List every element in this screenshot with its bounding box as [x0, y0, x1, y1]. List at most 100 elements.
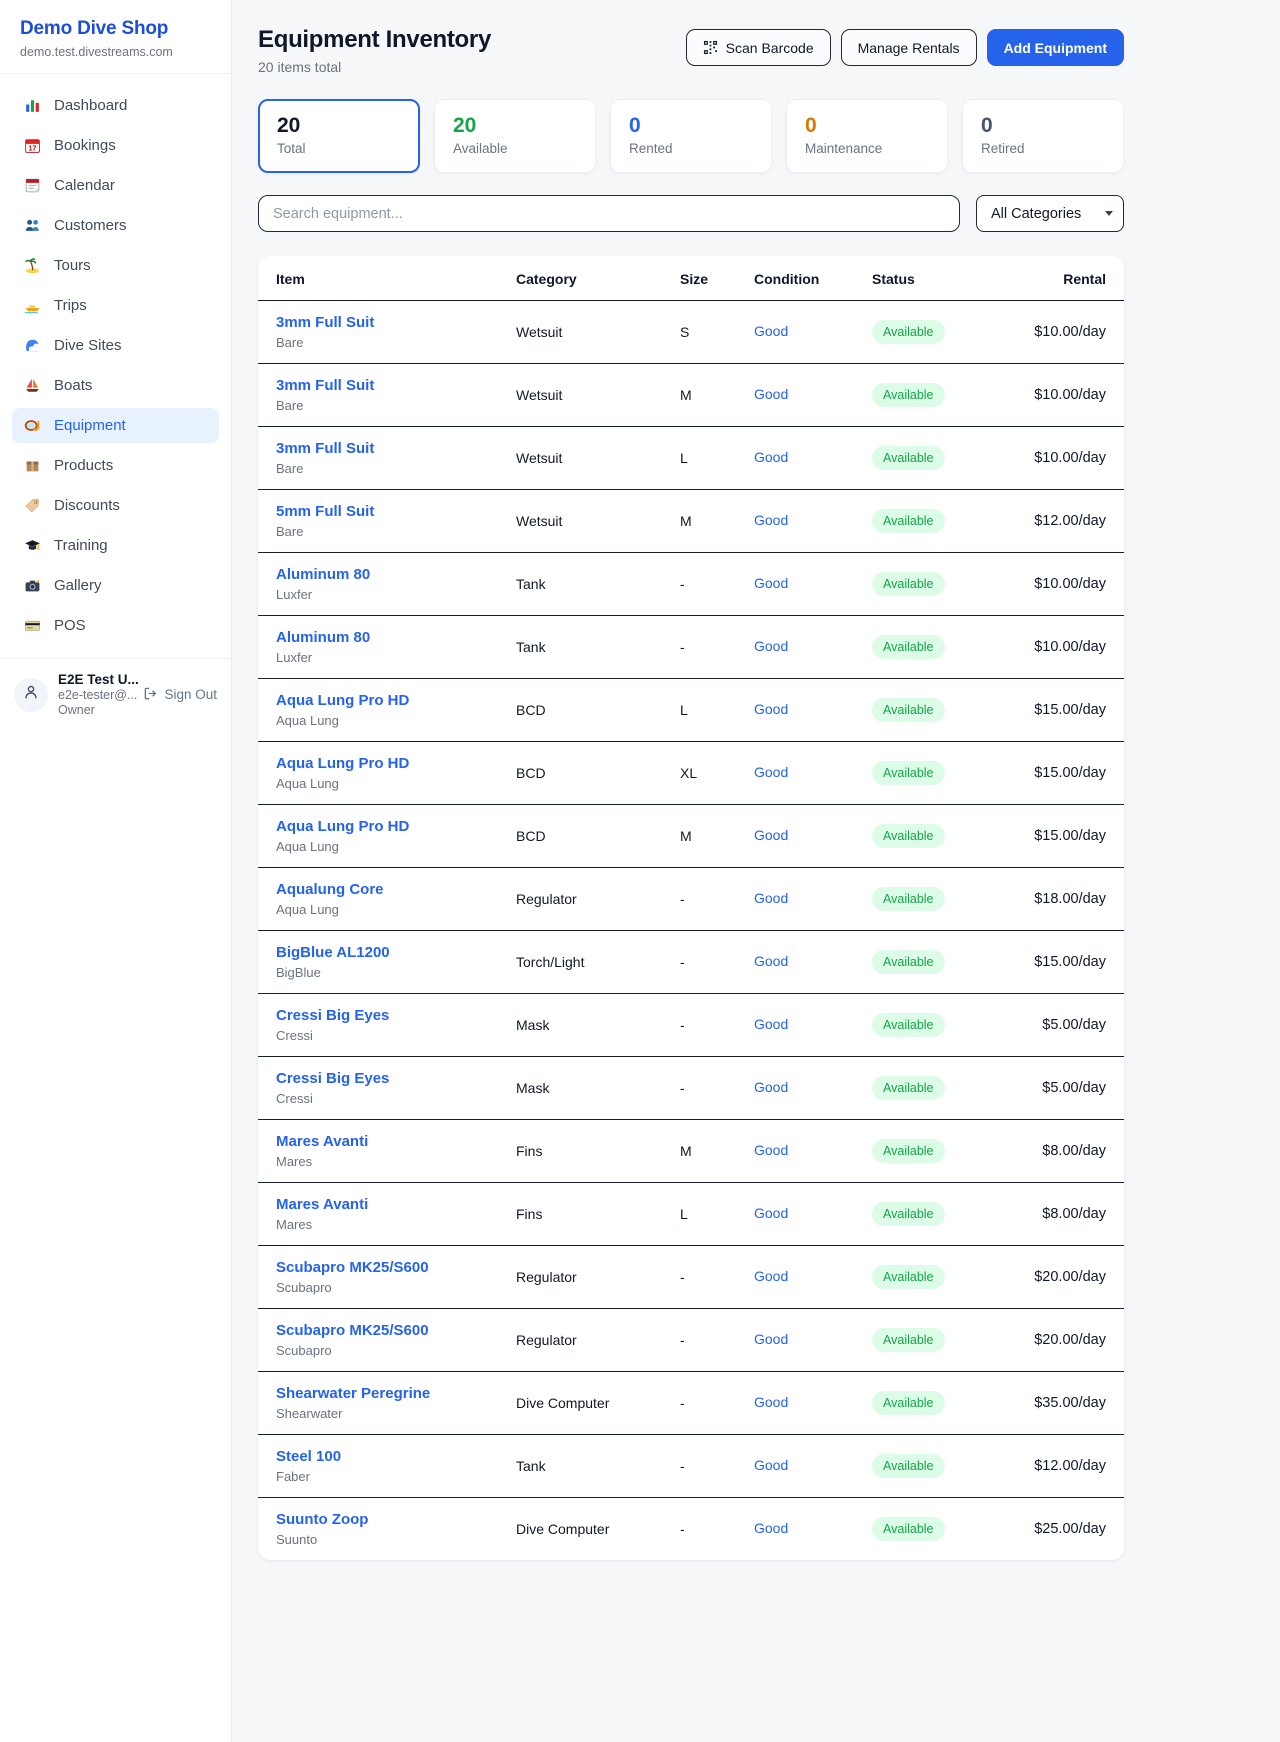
sidebar-item-training[interactable]: Training — [12, 528, 219, 563]
item-name-link[interactable]: Scubapro MK25/S600 — [276, 1259, 496, 1276]
table-row: BigBlue AL1200 BigBlue Torch/Light - Goo… — [258, 931, 1124, 994]
add-equipment-button[interactable]: Add Equipment — [987, 29, 1124, 66]
condition-link[interactable]: Good — [754, 1394, 788, 1410]
item-name-link[interactable]: Aqua Lung Pro HD — [276, 692, 496, 709]
column-header-status: Status — [862, 256, 1012, 301]
stat-card-rented[interactable]: 0 Rented — [610, 99, 772, 173]
item-brand: Scubapro — [276, 1343, 496, 1358]
stat-card-total[interactable]: 20 Total — [258, 99, 420, 173]
status-badge: Available — [872, 887, 945, 911]
condition-link[interactable]: Good — [754, 386, 788, 402]
stat-card-retired[interactable]: 0 Retired — [962, 99, 1124, 173]
item-name-link[interactable]: 5mm Full Suit — [276, 503, 496, 520]
item-category: Dive Computer — [506, 1498, 670, 1561]
table-row: Mares Avanti Mares Fins L Good Available… — [258, 1183, 1124, 1246]
credit-card-icon — [24, 617, 41, 634]
item-name-link[interactable]: Aqua Lung Pro HD — [276, 818, 496, 835]
table-row: Cressi Big Eyes Cressi Mask - Good Avail… — [258, 1057, 1124, 1120]
condition-link[interactable]: Good — [754, 512, 788, 528]
condition-link[interactable]: Good — [754, 1016, 788, 1032]
condition-link[interactable]: Good — [754, 890, 788, 906]
sidebar-item-dashboard[interactable]: Dashboard — [12, 88, 219, 123]
sidebar-item-gallery[interactable]: Gallery — [12, 568, 219, 603]
item-name-link[interactable]: Shearwater Peregrine — [276, 1385, 496, 1402]
stat-label: Total — [277, 141, 401, 156]
condition-link[interactable]: Good — [754, 1520, 788, 1536]
sidebar-item-label: Training — [54, 537, 108, 554]
sidebar-item-pos[interactable]: POS — [12, 608, 219, 643]
item-category: Tank — [506, 616, 670, 679]
item-rental: $15.00/day — [1012, 931, 1124, 994]
table-row: Aqualung Core Aqua Lung Regulator - Good… — [258, 868, 1124, 931]
item-name-link[interactable]: Cressi Big Eyes — [276, 1007, 496, 1024]
palm-island-icon — [24, 257, 41, 274]
condition-link[interactable]: Good — [754, 1268, 788, 1284]
condition-link[interactable]: Good — [754, 638, 788, 654]
sidebar-item-products[interactable]: Products — [12, 448, 219, 483]
item-name-link[interactable]: Scubapro MK25/S600 — [276, 1322, 496, 1339]
condition-link[interactable]: Good — [754, 1142, 788, 1158]
calendar-icon — [24, 177, 41, 194]
stat-card-available[interactable]: 20 Available — [434, 99, 596, 173]
item-rental: $15.00/day — [1012, 805, 1124, 868]
condition-link[interactable]: Good — [754, 575, 788, 591]
sidebar-item-boats[interactable]: Boats — [12, 368, 219, 403]
sidebar-item-equipment[interactable]: Equipment — [12, 408, 219, 443]
condition-link[interactable]: Good — [754, 1205, 788, 1221]
item-name-link[interactable]: 3mm Full Suit — [276, 377, 496, 394]
title-block: Equipment Inventory 20 items total — [258, 26, 491, 75]
condition-link[interactable]: Good — [754, 323, 788, 339]
status-badge: Available — [872, 1391, 945, 1415]
column-header-size: Size — [670, 256, 744, 301]
condition-link[interactable]: Good — [754, 764, 788, 780]
category-select[interactable]: All Categories — [976, 195, 1124, 232]
wave-icon — [24, 337, 41, 354]
item-rental: $10.00/day — [1012, 364, 1124, 427]
sidebar-item-customers[interactable]: Customers — [12, 208, 219, 243]
item-name-link[interactable]: Steel 100 — [276, 1448, 496, 1465]
status-badge: Available — [872, 1076, 945, 1100]
condition-link[interactable]: Good — [754, 827, 788, 843]
item-name-link[interactable]: 3mm Full Suit — [276, 314, 496, 331]
item-name-link[interactable]: Cressi Big Eyes — [276, 1070, 496, 1087]
sidebar-item-tours[interactable]: Tours — [12, 248, 219, 283]
item-name-link[interactable]: Aqualung Core — [276, 881, 496, 898]
item-name-link[interactable]: Mares Avanti — [276, 1133, 496, 1150]
item-category: Regulator — [506, 1309, 670, 1372]
condition-link[interactable]: Good — [754, 701, 788, 717]
avatar — [14, 678, 48, 712]
search-input[interactable] — [258, 195, 960, 232]
condition-link[interactable]: Good — [754, 1457, 788, 1473]
sidebar-item-calendar[interactable]: Calendar — [12, 168, 219, 203]
item-name-link[interactable]: Aqua Lung Pro HD — [276, 755, 496, 772]
sign-out-button[interactable]: Sign Out — [143, 686, 217, 704]
stat-card-maintenance[interactable]: 0 Maintenance — [786, 99, 948, 173]
condition-link[interactable]: Good — [754, 449, 788, 465]
sidebar-item-bookings[interactable]: 17 Bookings — [12, 128, 219, 163]
condition-link[interactable]: Good — [754, 953, 788, 969]
manage-rentals-button[interactable]: Manage Rentals — [841, 29, 977, 66]
item-rental: $12.00/day — [1012, 490, 1124, 553]
condition-link[interactable]: Good — [754, 1331, 788, 1347]
item-name-link[interactable]: Suunto Zoop — [276, 1511, 496, 1528]
sidebar-item-dive-sites[interactable]: Dive Sites — [12, 328, 219, 363]
scan-barcode-button[interactable]: Scan Barcode — [686, 29, 831, 66]
sidebar-item-discounts[interactable]: Discounts — [12, 488, 219, 523]
person-icon — [22, 683, 40, 706]
sidebar-item-label: Customers — [54, 217, 127, 234]
sidebar-item-trips[interactable]: Trips — [12, 288, 219, 323]
item-name-link[interactable]: 3mm Full Suit — [276, 440, 496, 457]
item-size: - — [670, 868, 744, 931]
main-content: Equipment Inventory 20 items total Scan … — [232, 0, 1280, 1572]
sidebar-item-label: Discounts — [54, 497, 120, 514]
item-name-link[interactable]: Aluminum 80 — [276, 629, 496, 646]
item-name-link[interactable]: Aluminum 80 — [276, 566, 496, 583]
item-category: Tank — [506, 553, 670, 616]
items-total-count: 20 items total — [258, 59, 491, 75]
condition-link[interactable]: Good — [754, 1079, 788, 1095]
item-name-link[interactable]: Mares Avanti — [276, 1196, 496, 1213]
sailboat-icon — [24, 377, 41, 394]
item-brand: Luxfer — [276, 587, 496, 602]
camera-icon — [24, 577, 41, 594]
item-name-link[interactable]: BigBlue AL1200 — [276, 944, 496, 961]
